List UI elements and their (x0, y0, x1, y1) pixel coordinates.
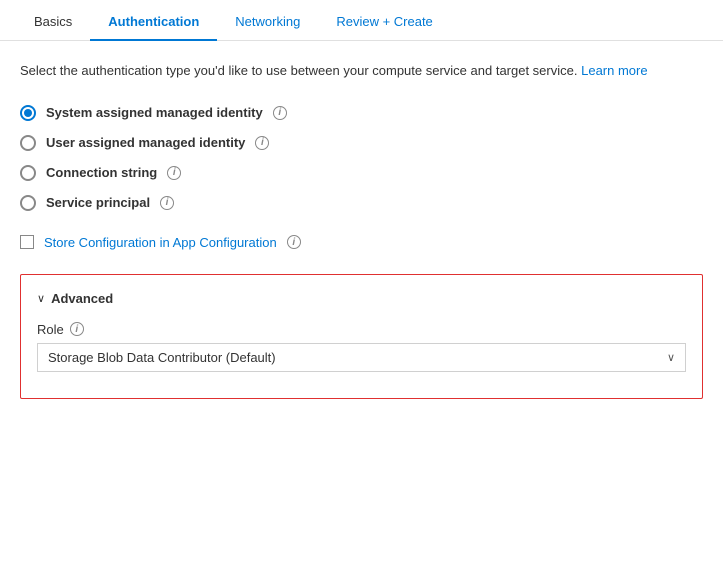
role-dropdown[interactable]: Storage Blob Data Contributor (Default) … (37, 343, 686, 372)
app-config-checkbox[interactable] (20, 235, 34, 249)
advanced-title: Advanced (51, 291, 113, 306)
radio-system-assigned[interactable]: System assigned managed identity i (20, 105, 703, 121)
radio-service-principal[interactable]: Service principal i (20, 195, 703, 211)
advanced-section: ∨ Advanced Role i Storage Blob Data Cont… (20, 274, 703, 399)
learn-more-link[interactable]: Learn more (581, 63, 647, 78)
radio-system-assigned-circle[interactable] (20, 105, 36, 121)
advanced-header[interactable]: ∨ Advanced (37, 291, 686, 306)
tab-networking[interactable]: Networking (217, 0, 318, 41)
auth-type-radio-group: System assigned managed identity i User … (20, 105, 703, 211)
user-assigned-info-icon[interactable]: i (255, 136, 269, 150)
description-main: Select the authentication type you'd lik… (20, 63, 577, 78)
radio-connection-string[interactable]: Connection string i (20, 165, 703, 181)
radio-service-principal-circle[interactable] (20, 195, 36, 211)
radio-user-assigned-label: User assigned managed identity (46, 135, 245, 150)
service-principal-info-icon[interactable]: i (160, 196, 174, 210)
role-field-row: Role i Storage Blob Data Contributor (De… (37, 322, 686, 372)
app-config-checkbox-row[interactable]: Store Configuration in App Configuration… (20, 235, 703, 250)
dropdown-chevron-icon: ∨ (667, 351, 675, 364)
radio-connection-string-circle[interactable] (20, 165, 36, 181)
tab-navigation: Basics Authentication Networking Review … (0, 0, 723, 41)
app-config-checkbox-label: Store Configuration in App Configuration (44, 235, 277, 250)
description-text: Select the authentication type you'd lik… (20, 61, 700, 81)
radio-service-principal-label: Service principal (46, 195, 150, 210)
radio-system-assigned-label: System assigned managed identity (46, 105, 263, 120)
connection-string-info-icon[interactable]: i (167, 166, 181, 180)
tab-review-create[interactable]: Review + Create (318, 0, 450, 41)
tab-authentication[interactable]: Authentication (90, 0, 217, 41)
app-config-info-icon[interactable]: i (287, 235, 301, 249)
main-content: Select the authentication type you'd lik… (0, 41, 723, 419)
radio-connection-string-label: Connection string (46, 165, 157, 180)
radio-user-assigned[interactable]: User assigned managed identity i (20, 135, 703, 151)
role-info-icon[interactable]: i (70, 322, 84, 336)
role-field-label: Role i (37, 322, 686, 337)
tab-basics[interactable]: Basics (16, 0, 90, 41)
role-label-text: Role (37, 322, 64, 337)
role-dropdown-value: Storage Blob Data Contributor (Default) (48, 350, 276, 365)
system-assigned-info-icon[interactable]: i (273, 106, 287, 120)
advanced-chevron-icon: ∨ (37, 292, 45, 305)
radio-user-assigned-circle[interactable] (20, 135, 36, 151)
